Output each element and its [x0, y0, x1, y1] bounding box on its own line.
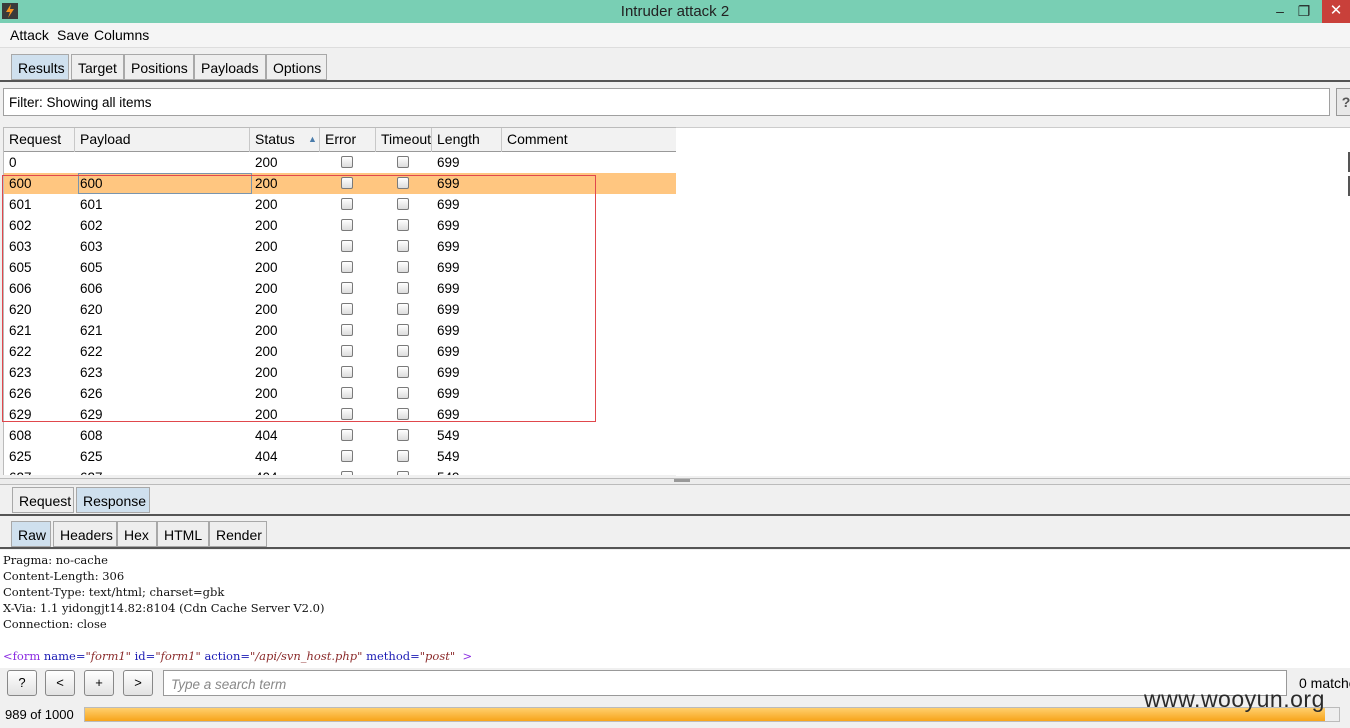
timeout-checkbox[interactable] — [397, 156, 409, 168]
error-checkbox[interactable] — [341, 450, 353, 462]
tab-positions[interactable]: Positions — [124, 54, 194, 80]
menu-bar: Attack Save Columns — [0, 23, 1350, 48]
timeout-checkbox[interactable] — [397, 450, 409, 462]
tab-response[interactable]: Response — [76, 487, 150, 513]
html-attr-value: "post" — [419, 649, 456, 663]
tab-headers[interactable]: Headers — [53, 521, 117, 547]
html-tag-open: <form — [3, 649, 41, 663]
cell-length: 699 — [437, 155, 460, 170]
sort-ascending-icon: ▲ — [308, 134, 317, 144]
cell-status: 404 — [255, 449, 278, 464]
tab-raw[interactable]: Raw — [11, 521, 51, 547]
splitter-grip-icon[interactable] — [674, 479, 690, 482]
column-comment[interactable]: Comment — [502, 128, 677, 152]
html-attr: id= — [134, 649, 156, 663]
column-status[interactable]: Status ▲ — [250, 128, 320, 152]
cell-status: 200 — [255, 155, 278, 170]
menu-save[interactable]: Save — [57, 27, 89, 43]
maximize-icon[interactable]: ❐ — [1292, 0, 1316, 23]
tab-target[interactable]: Target — [71, 54, 124, 80]
progress-label: 989 of 1000 — [5, 707, 74, 722]
html-attr: method= — [366, 649, 420, 663]
search-previous-button[interactable]: < — [45, 670, 75, 696]
tab-render[interactable]: Render — [209, 521, 267, 547]
response-header-line: X-Via: 1.1 yidongjt14.82:8104 (Cdn Cache… — [3, 601, 325, 615]
search-input[interactable] — [169, 672, 1273, 696]
filter-help-button[interactable]: ? — [1336, 88, 1350, 116]
column-request[interactable]: Request — [4, 128, 75, 152]
cell-request: 625 — [9, 449, 32, 464]
timeout-checkbox[interactable] — [397, 429, 409, 441]
response-header-line: Connection: close — [3, 617, 107, 631]
error-checkbox[interactable] — [341, 429, 353, 441]
table-row[interactable]: 0 200 699 — [4, 152, 677, 173]
response-header-line: Content-Length: 306 — [3, 569, 125, 583]
progress-fill — [85, 708, 1326, 721]
cell-length: 549 — [437, 428, 460, 443]
search-add-button[interactable]: + — [84, 670, 114, 696]
cell-request: 608 — [9, 428, 32, 443]
search-next-button[interactable]: > — [123, 670, 153, 696]
column-status-label: Status — [255, 131, 295, 147]
cell-request: 0 — [9, 155, 17, 170]
cell-payload: 608 — [80, 428, 103, 443]
app-icon — [2, 3, 18, 19]
error-checkbox[interactable] — [341, 156, 353, 168]
cell-status: 404 — [255, 428, 278, 443]
timeout-checkbox[interactable] — [397, 471, 409, 475]
tab-payloads[interactable]: Payloads — [194, 54, 266, 80]
annotation-highlight-box — [2, 175, 596, 422]
cell-request: 627 — [4, 467, 75, 475]
cell-payload: 625 — [80, 449, 103, 464]
html-attr-value: "form1" — [155, 649, 201, 663]
html-tag-close: > — [462, 649, 473, 663]
tab-hex[interactable]: Hex — [117, 521, 157, 547]
html-attr: name= — [43, 649, 86, 663]
table-row[interactable]: 608 608 404 549 — [4, 425, 677, 446]
cell-status: 404 — [250, 467, 320, 475]
table-row[interactable]: 625 625 404 549 — [4, 446, 677, 467]
cell-payload — [75, 152, 250, 173]
tab-results[interactable]: Results — [11, 54, 69, 80]
window-title: Intruder attack 2 — [620, 3, 730, 20]
error-checkbox[interactable] — [341, 471, 353, 475]
cell-payload: 627 — [75, 467, 250, 475]
table-header: Request Payload Status ▲ Error Timeout L… — [4, 127, 677, 152]
tab-options[interactable]: Options — [266, 54, 327, 80]
tab-request[interactable]: Request — [12, 487, 74, 513]
title-bar: Intruder attack 2 — [0, 0, 1350, 23]
filter-bar[interactable]: Filter: Showing all items — [3, 88, 1330, 116]
menu-columns[interactable]: Columns — [94, 27, 149, 43]
tab-divider — [0, 547, 1350, 549]
cell-length: 549 — [432, 467, 502, 475]
response-viewer[interactable]: Pragma: no-cache Content-Length: 306 Con… — [0, 550, 1350, 668]
close-icon[interactable]: ✕ — [1322, 0, 1350, 23]
tab-html[interactable]: HTML — [157, 521, 209, 547]
column-timeout[interactable]: Timeout — [376, 128, 432, 152]
tab-divider — [0, 514, 1350, 516]
watermark: www.wooyun.org — [1144, 686, 1325, 712]
menu-attack[interactable]: Attack — [10, 27, 49, 43]
search-help-button[interactable]: ? — [7, 670, 37, 696]
column-error[interactable]: Error — [320, 128, 376, 152]
table-empty-area — [676, 127, 1350, 476]
html-attr-value: "form1" — [85, 649, 131, 663]
tab-divider — [0, 80, 1350, 82]
minimize-icon[interactable]: – — [1268, 0, 1292, 23]
response-html-line: <form name="form1" id="form1" action="/a… — [3, 649, 472, 663]
column-length[interactable]: Length — [432, 128, 502, 152]
response-header-line: Pragma: no-cache — [3, 553, 108, 567]
table-row[interactable]: 627627404549 — [4, 467, 677, 475]
column-payload[interactable]: Payload — [75, 128, 250, 152]
html-attr-value: "/api/svn_host.php" — [250, 649, 363, 663]
response-header-line: Content-Type: text/html; charset=gbk — [3, 585, 225, 599]
filter-text: Filter: Showing all items — [9, 95, 152, 110]
cell-length: 549 — [437, 449, 460, 464]
html-attr: action= — [204, 649, 251, 663]
search-box — [163, 670, 1287, 696]
